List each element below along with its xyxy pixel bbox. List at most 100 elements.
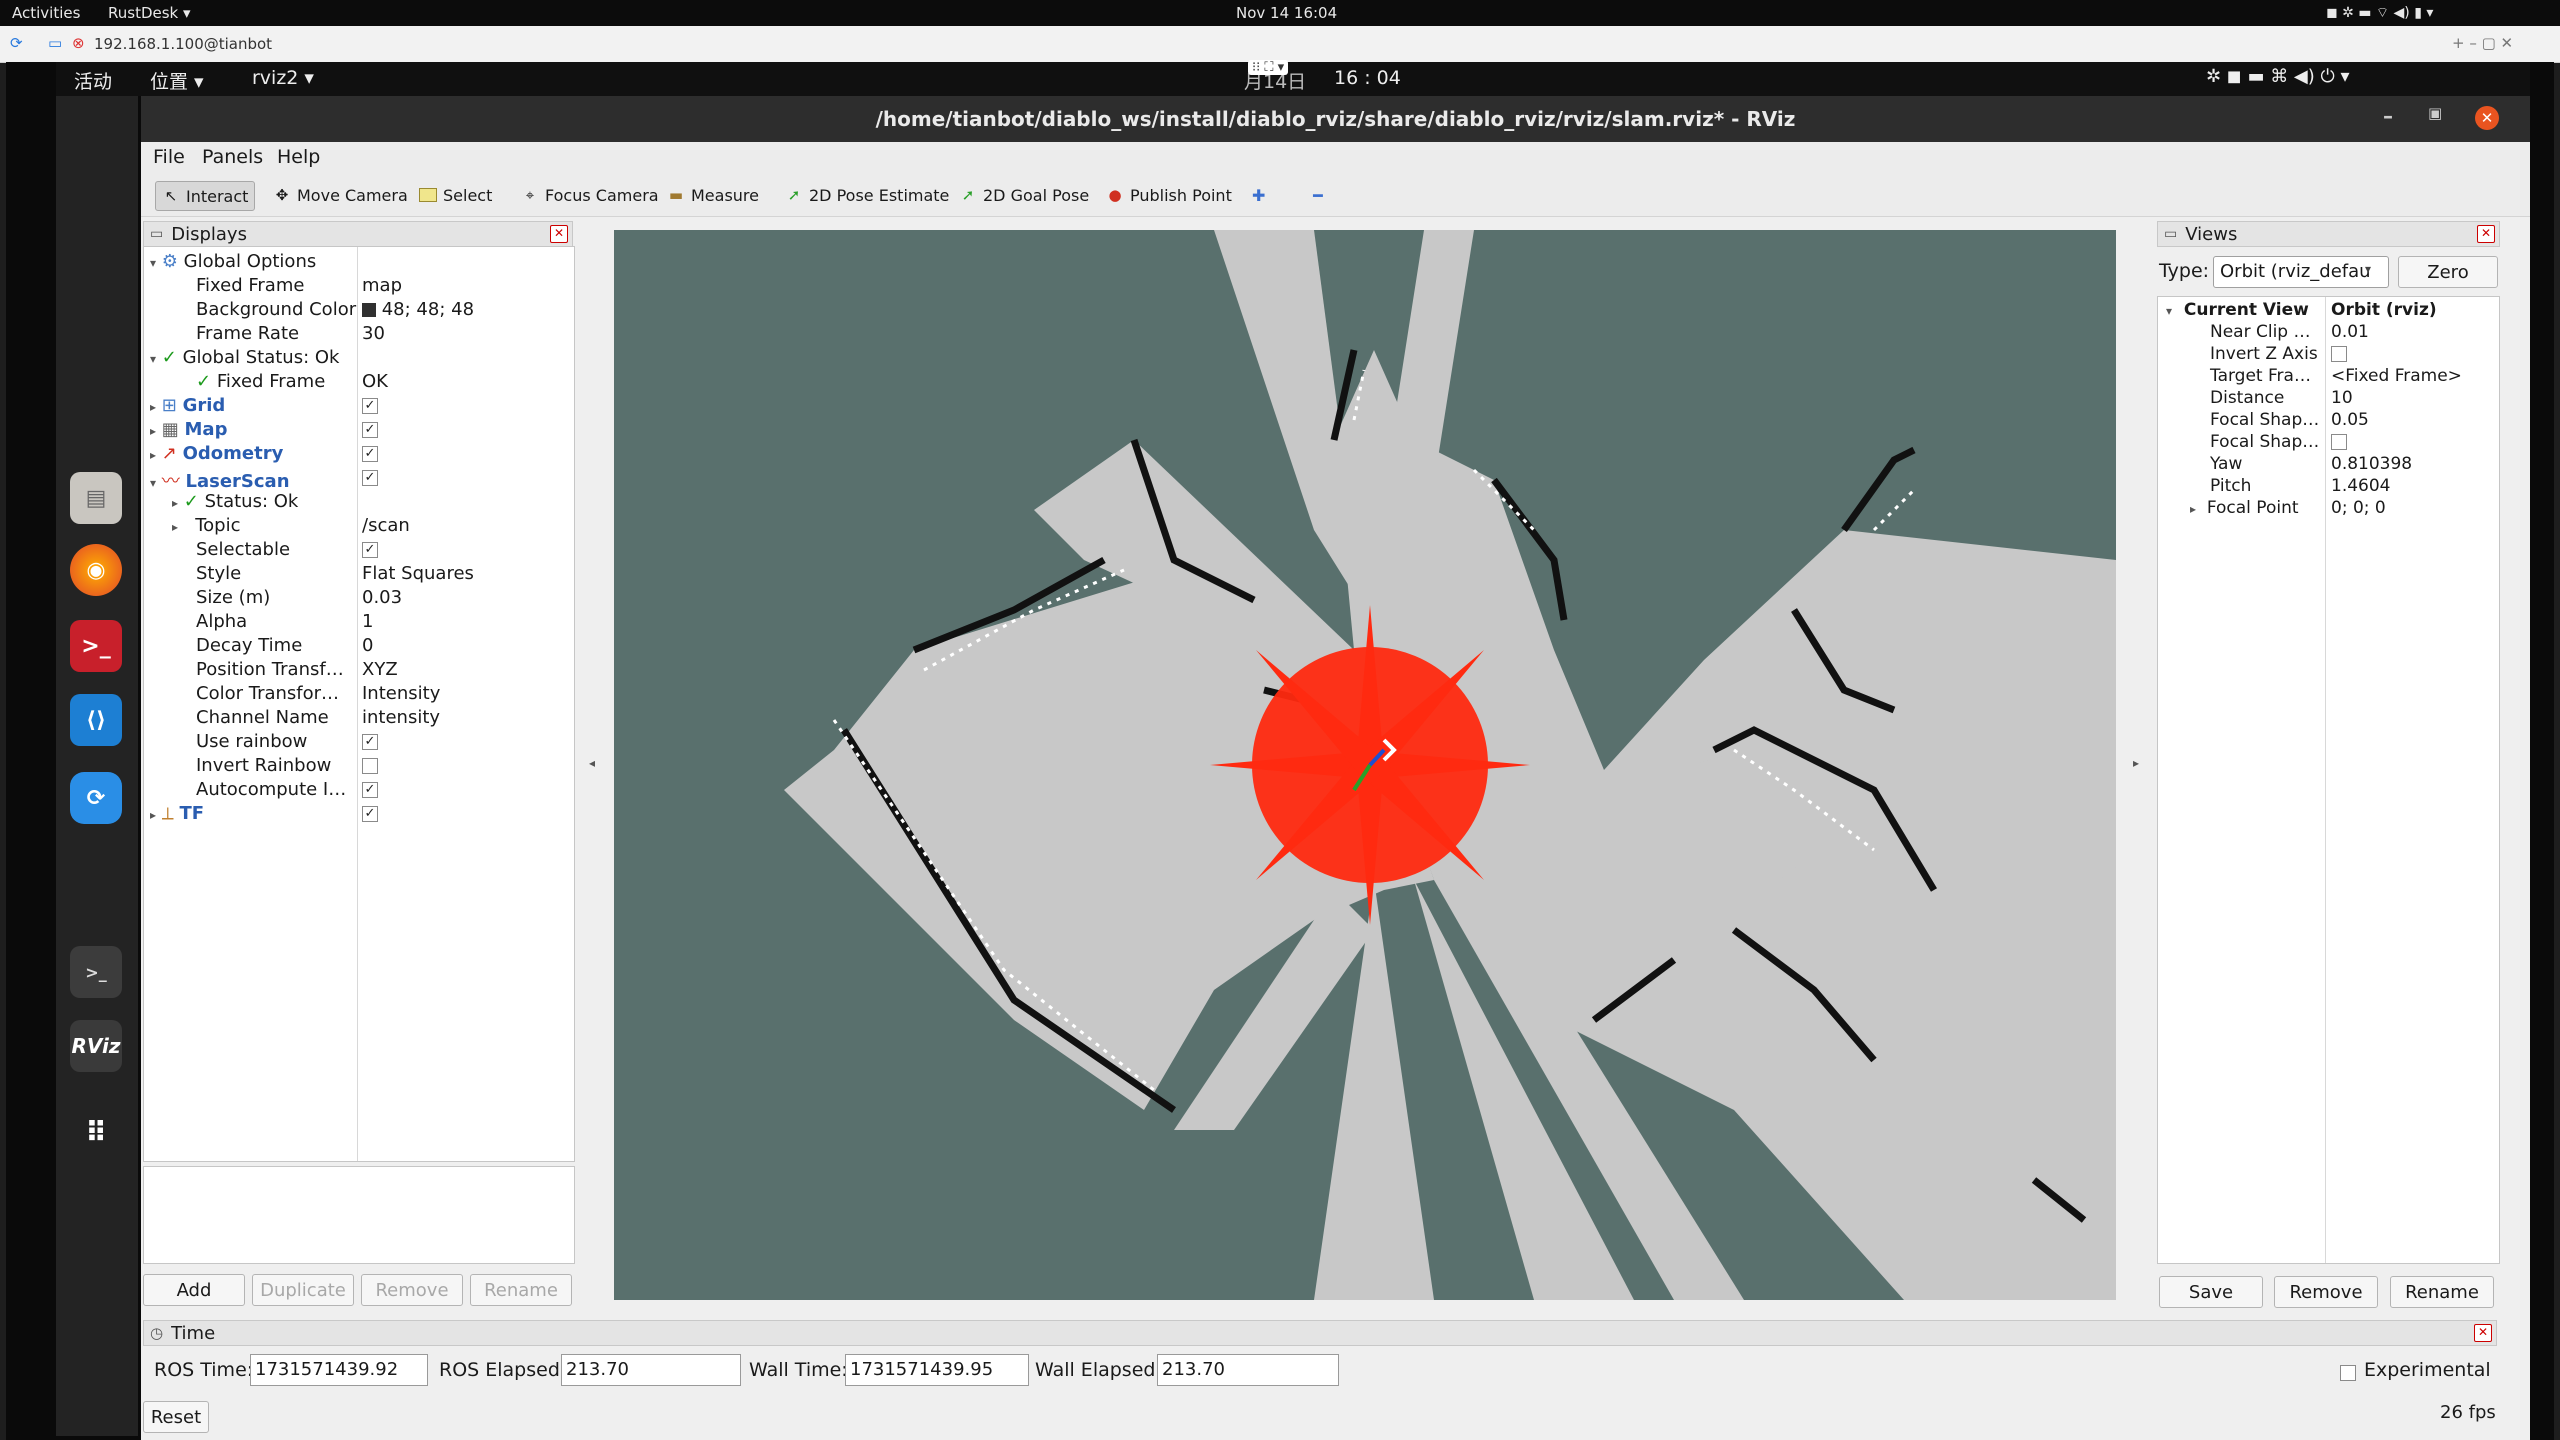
row-value[interactable]: 1.4604 [2331,476,2390,496]
rustdesk-app-menu[interactable]: RustDesk ▾ [108,4,191,22]
tree-row-channel-name[interactable]: Channel Name intensity [144,705,574,729]
tree-row-odometry[interactable]: ▸ ↗ Odometry ✓ [144,441,574,465]
row-value[interactable]: Flat Squares [362,563,474,584]
expand-arrow-icon[interactable]: ▾ [150,476,156,490]
app-grid-icon[interactable]: ⠿ [70,1106,122,1158]
invert-z-checkbox[interactable] [2331,346,2347,362]
add-display-button[interactable]: Add [143,1274,245,1306]
experimental-checkbox[interactable] [2340,1362,2356,1383]
render-viewport[interactable] [614,230,2116,1300]
remote-tray-icons[interactable]: ✲ ◼ ▬ ⌘ ◀) ⏻ ▾ [2206,66,2350,87]
row-value[interactable]: 0.810398 [2331,454,2412,474]
odometry-checkbox[interactable]: ✓ [362,446,378,462]
invert-rainbow-checkbox[interactable] [362,758,378,774]
row-value[interactable]: XYZ [362,659,398,680]
save-view-button[interactable]: Save [2159,1276,2263,1308]
rviz-icon[interactable]: RViz [70,1020,122,1072]
experimental-check[interactable] [2340,1365,2356,1381]
left-splitter-handle[interactable]: ◂ [589,756,595,770]
vscode-icon[interactable]: ⟨⟩ [70,694,122,746]
row-value[interactable]: 0.03 [362,587,402,608]
expand-arrow-icon[interactable]: ▸ [150,400,156,414]
tree-row-alpha[interactable]: Alpha 1 [144,609,574,633]
close-panel-icon[interactable]: ✕ [550,225,568,243]
pose-estimate-tool[interactable]: ➚ 2D Pose Estimate [779,181,955,209]
duplicate-display-button[interactable]: Duplicate [252,1274,354,1306]
tray-icons[interactable]: ◼ ✲ ▬ ⌔ ◀) ▮ ▾ [2326,4,2433,22]
close-panel-icon[interactable]: ✕ [2474,1324,2492,1342]
expand-arrow-icon[interactable]: ▸ [150,808,156,822]
row-value[interactable]: 0 [362,635,373,656]
tree-row-status-ok[interactable]: ▸ ✓ Status: Ok [144,489,574,513]
tree-row-target-frame[interactable]: Target Fra… <Fixed Frame> [2158,365,2499,387]
tree-row-decay-time[interactable]: Decay Time 0 [144,633,574,657]
tree-row-size[interactable]: Size (m) 0.03 [144,585,574,609]
close-connection-icon[interactable]: ⊗ [72,34,85,52]
firefox-icon[interactable]: ◉ [70,544,122,596]
row-value[interactable]: 0; 0; 0 [2331,498,2386,518]
tree-row-autocompute[interactable]: Autocompute I… ✓ [144,777,574,801]
rustdesk-floating-toolbar[interactable]: ⁝⁝ ⛶ ▾ [1248,60,1289,75]
close-panel-icon[interactable]: ✕ [2477,225,2495,243]
remove-display-button[interactable]: Remove [361,1274,463,1306]
map-checkbox[interactable]: ✓ [362,422,378,438]
maximize-button[interactable]: ▣ [2428,104,2442,122]
activities-button[interactable]: Activities [12,4,80,22]
remove-tool-button[interactable]: ━ [1307,181,1329,209]
chevron-down-icon[interactable]: ▾ [2365,262,2371,276]
row-value[interactable]: 10 [2331,388,2353,408]
tree-row-style[interactable]: Style Flat Squares [144,561,574,585]
tree-row-current-view[interactable]: ▾ Current View Orbit (rviz) [2158,299,2499,321]
reset-button[interactable]: Reset [143,1401,209,1433]
tree-row-focal-point[interactable]: ▸ Focal Point 0; 0; 0 [2158,497,2499,519]
ros-elapsed-field[interactable]: 213.70 [561,1354,741,1386]
window-controls[interactable]: + – ▢ ✕ [2452,34,2513,52]
expand-arrow-icon[interactable]: ▸ [172,520,178,534]
row-value[interactable]: Intensity [362,683,440,704]
focal-shape-checkbox[interactable] [2331,434,2347,450]
zero-button[interactable]: Zero [2398,256,2498,288]
host-clock[interactable]: Nov 14 16:04 [1236,4,1337,22]
interact-tool[interactable]: ↖ Interact [155,181,256,211]
row-value[interactable]: 30 [362,323,385,344]
focus-camera-tool[interactable]: ⌖ Focus Camera [515,181,665,209]
tree-row-position-transformer[interactable]: Position Transf… XYZ [144,657,574,681]
menu-file[interactable]: File [153,146,185,168]
tree-row-use-rainbow[interactable]: Use rainbow ✓ [144,729,574,753]
remove-view-button[interactable]: Remove [2274,1276,2378,1308]
expand-arrow-icon[interactable]: ▸ [2190,502,2196,516]
tree-row-near-clip[interactable]: Near Clip … 0.01 [2158,321,2499,343]
tree-row-distance[interactable]: Distance 10 [2158,387,2499,409]
expand-arrow-icon[interactable]: ▸ [150,448,156,462]
laserscan-checkbox[interactable]: ✓ [362,470,378,486]
remote-activities[interactable]: 活动 [74,67,112,94]
minimize-button[interactable]: – [2383,104,2393,128]
right-splitter-handle[interactable]: ▸ [2133,756,2139,770]
goal-pose-tool[interactable]: ➚ 2D Goal Pose [953,181,1095,209]
row-value[interactable]: 0.01 [2331,322,2369,342]
expand-arrow-icon[interactable]: ▸ [150,424,156,438]
refresh-icon[interactable]: ⟳ [10,34,23,52]
close-window-button[interactable]: ✕ [2475,106,2499,130]
menu-help[interactable]: Help [277,146,320,168]
select-tool[interactable]: Select [413,181,498,209]
publish-point-tool[interactable]: ● Publish Point [1100,181,1238,209]
remote-clock[interactable]: 16 : 04 [1334,67,1401,89]
tree-row-grid[interactable]: ▸ ⊞ Grid ✓ [144,393,574,417]
expand-arrow-icon[interactable]: ▾ [2166,304,2172,318]
row-value[interactable]: 0.05 [2331,410,2369,430]
rename-display-button[interactable]: Rename [470,1274,572,1306]
row-value[interactable]: map [362,275,402,296]
row-value[interactable]: /scan [362,515,410,536]
tree-row-global-options[interactable]: ▾ ⚙ Global Options [144,249,574,273]
color-swatch[interactable] [362,303,376,317]
expand-arrow-icon[interactable]: ▸ [172,496,178,510]
rustdesk-icon[interactable]: ⟳ [70,772,122,824]
ros-time-field[interactable]: 1731571439.92 [250,1354,428,1386]
tree-row-yaw[interactable]: Yaw 0.810398 [2158,453,2499,475]
move-camera-tool[interactable]: ✥ Move Camera [267,181,414,209]
autocompute-checkbox[interactable]: ✓ [362,782,378,798]
grid-checkbox[interactable]: ✓ [362,398,378,414]
places-menu[interactable]: 位置 ▾ [150,67,204,94]
rename-view-button[interactable]: Rename [2390,1276,2494,1308]
